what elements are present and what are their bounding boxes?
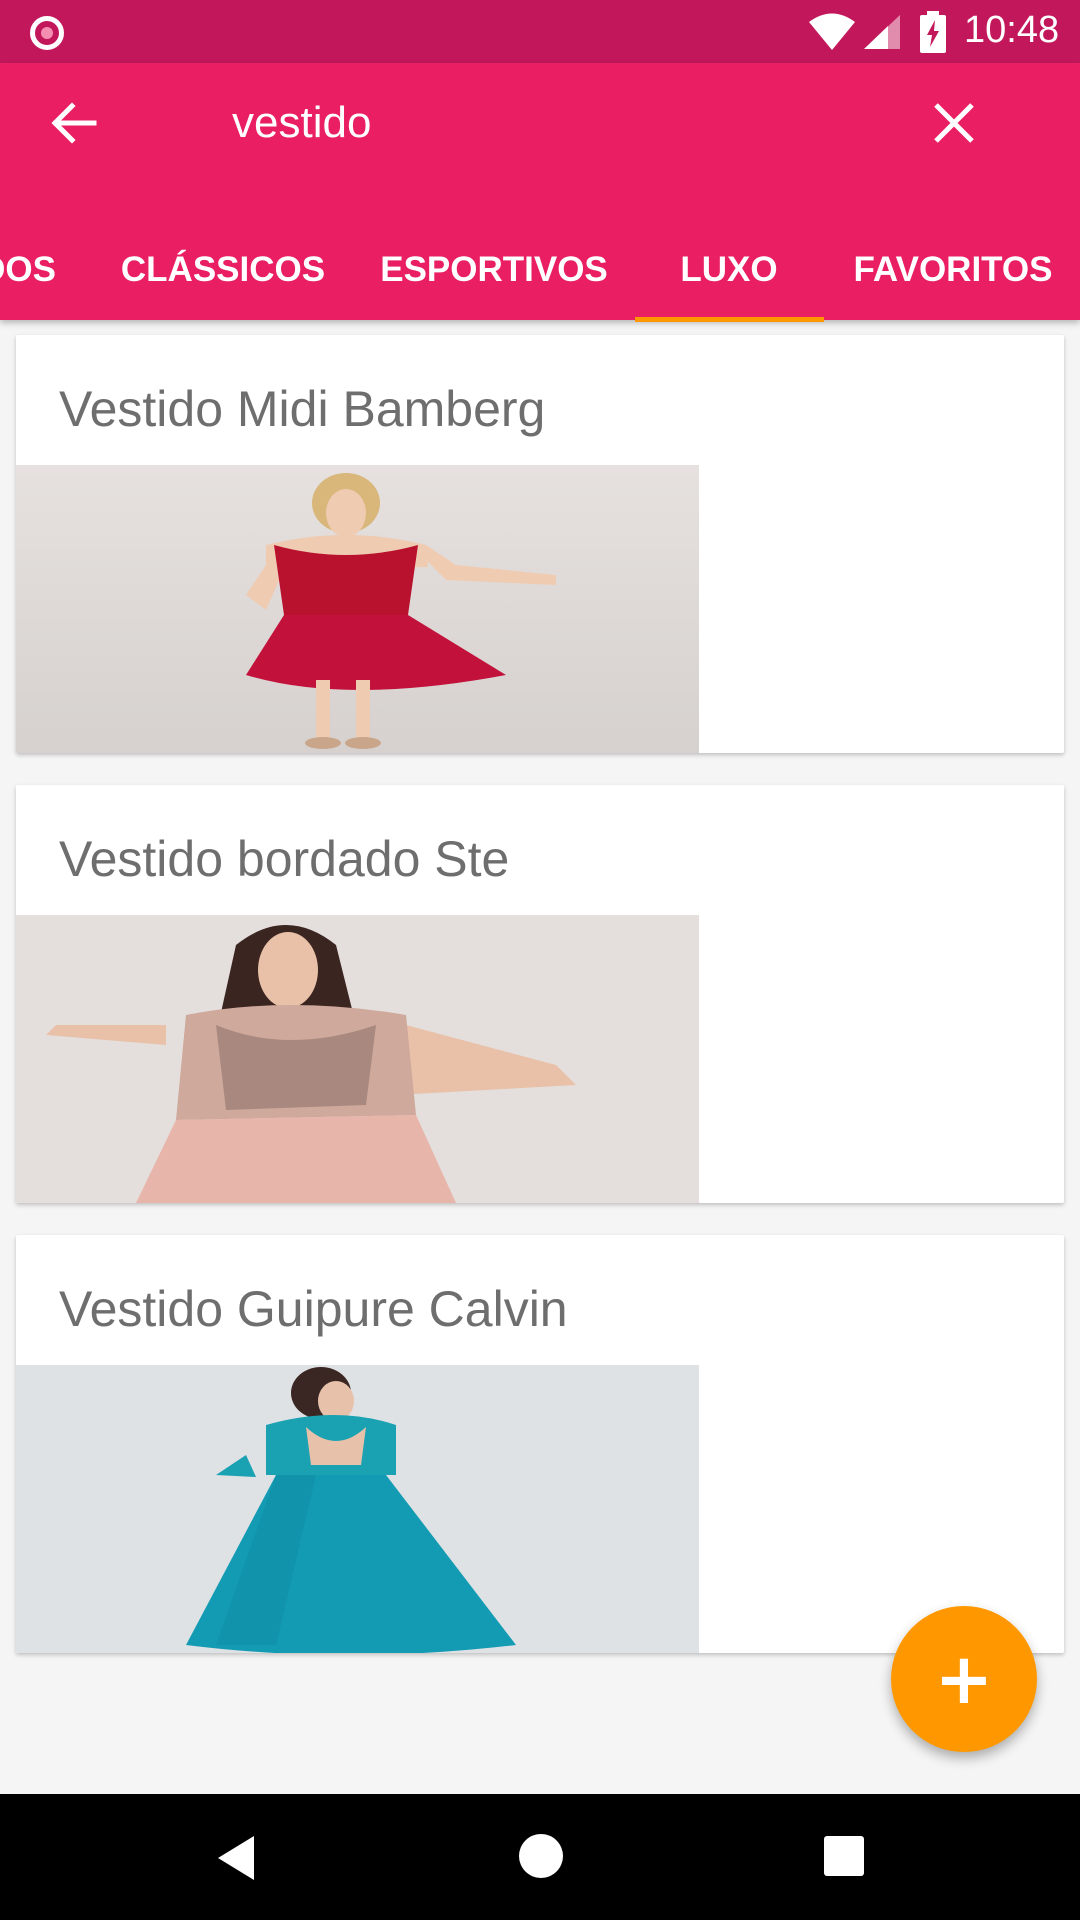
close-icon[interactable] [924,93,984,153]
battery-charging-icon [920,11,946,53]
tab-indicator [635,317,824,322]
search-input[interactable]: vestido [232,93,371,153]
nav-home-icon[interactable] [519,1834,563,1878]
add-button[interactable]: + [891,1606,1037,1752]
tab-classicos[interactable]: CLÁSSICOS [110,223,336,320]
status-time: 10:48 [964,9,1060,51]
product-image [16,915,699,1203]
status-bar: 10:48 [0,0,1080,63]
card-title: Vestido Guipure Calvin [59,1281,568,1337]
nav-recents-icon[interactable] [824,1836,864,1876]
category-tabs: DOS CLÁSSICOS ESPORTIVOS LUXO FAVORITOS [0,223,1080,320]
card-title: Vestido bordado Ste [59,831,510,887]
signal-icon [864,15,900,49]
product-card[interactable]: Vestido bordado Ste [16,785,1064,1203]
navigation-bar [0,1794,1080,1920]
nav-back-icon[interactable] [214,1834,258,1882]
plus-icon: + [934,1638,994,1720]
product-card[interactable]: Vestido Guipure Calvin [16,1235,1064,1653]
tab-partial[interactable]: DOS [0,223,58,320]
notification-dot-icon [30,16,64,50]
wifi-icon [809,13,855,50]
tab-favoritos[interactable]: FAVORITOS [840,223,1066,320]
tab-esportivos[interactable]: ESPORTIVOS [370,223,618,320]
card-title: Vestido Midi Bamberg [59,381,546,437]
tab-luxo[interactable]: LUXO [635,223,823,320]
product-card[interactable]: Vestido Midi Bamberg [16,335,1064,753]
product-image [16,465,699,753]
product-image [16,1365,699,1653]
app-bar: vestido DOS CLÁSSICOS ESPORTIVOS LUXO FA… [0,63,1080,322]
arrow-back-icon[interactable] [44,93,104,153]
